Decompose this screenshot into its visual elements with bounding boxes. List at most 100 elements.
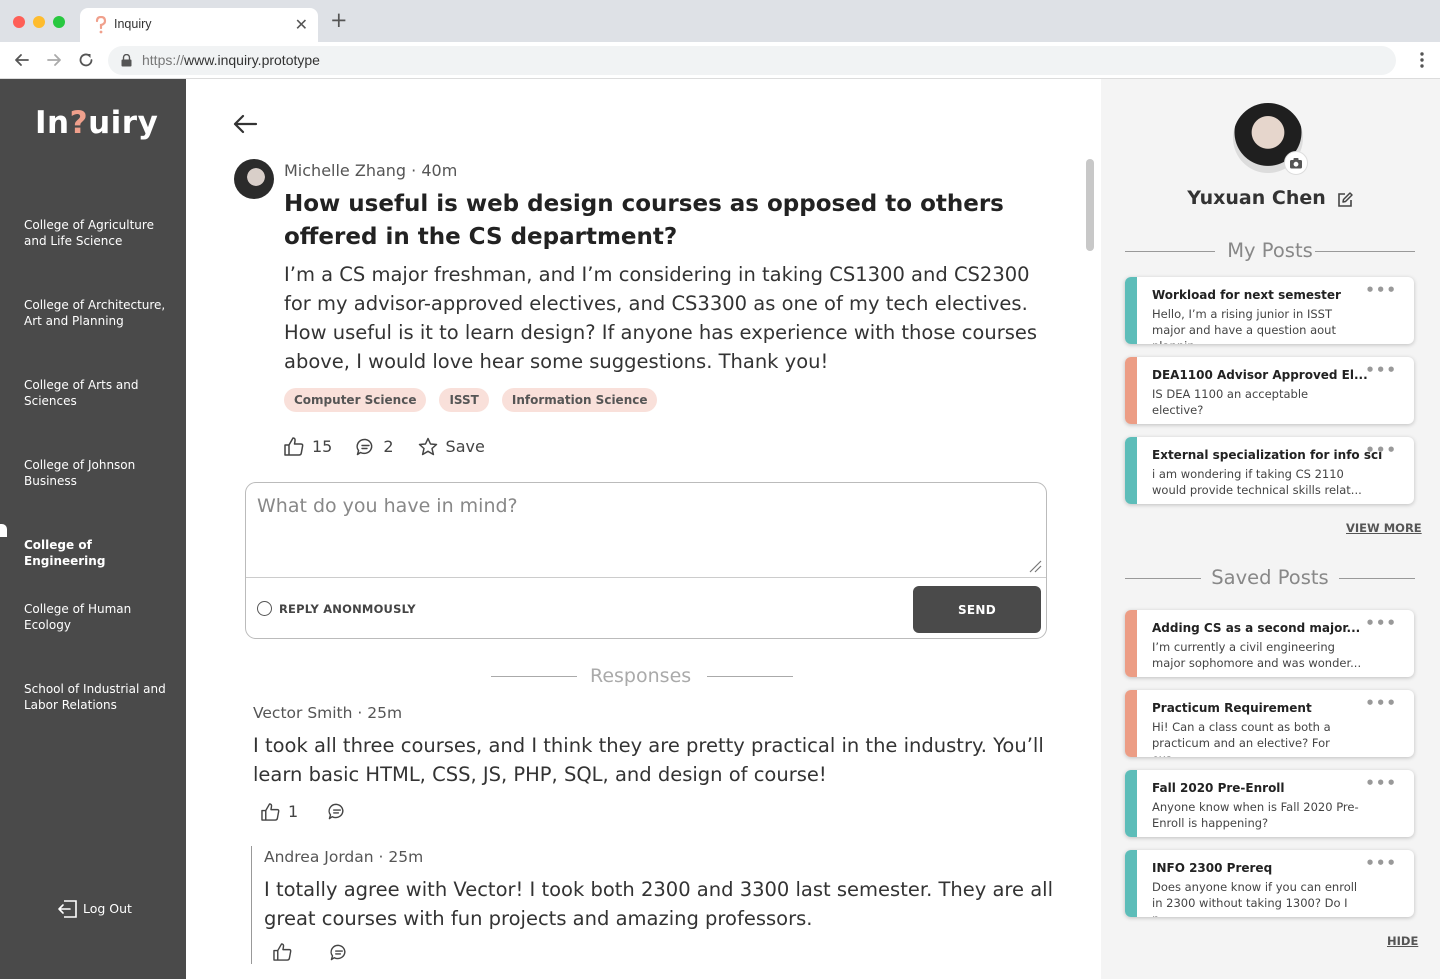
tab-close-icon[interactable]: ✕ [295, 15, 308, 34]
browser-menu-icon[interactable] [1420, 50, 1424, 70]
divider [707, 676, 793, 677]
saved-post-card[interactable]: INFO 2300 Prereq Does anyone know if you… [1125, 850, 1414, 917]
sidebar-item-label: College of Johnson Business [24, 458, 136, 488]
card-title: Fall 2020 Pre-Enroll [1152, 781, 1285, 795]
browser-tab[interactable]: Inquiry ✕ [80, 8, 318, 42]
card-excerpt: IS DEA 1100 an acceptable elective? [1152, 387, 1309, 417]
card-excerpt: I’m currently a civil engineering major … [1152, 640, 1362, 670]
sidebar-item-agriculture[interactable]: College of Agriculture and Life Science [0, 217, 186, 263]
post-body: I’m a CS major freshman, and I’m conside… [284, 263, 1038, 373]
reload-icon[interactable] [76, 50, 96, 70]
new-tab-button[interactable]: + [330, 10, 348, 31]
sidebar-item-label: College of Human Ecology [24, 602, 132, 632]
saved-post-card[interactable]: Practicum Requirement Hi! Can a class co… [1125, 690, 1414, 757]
tag-chip[interactable]: Computer Science [284, 388, 427, 412]
response-time: 25m [367, 704, 403, 722]
response-like-count: 1 [288, 802, 299, 821]
post-author[interactable]: Michelle Zhang [284, 161, 406, 180]
comment-icon [356, 438, 373, 455]
minimize-window-button[interactable] [33, 16, 45, 28]
sidebar-item-industrial-labor[interactable]: School of Industrial and Labor Relations [0, 681, 186, 727]
forward-nav-icon[interactable] [44, 50, 64, 70]
resize-grip-icon[interactable] [1028, 559, 1042, 573]
response-reply-button[interactable] [330, 944, 356, 961]
address-bar[interactable]: https://www.inquiry.prototype [108, 46, 1396, 75]
reply-input[interactable] [246, 483, 1046, 578]
comment-count: 2 [383, 437, 394, 456]
sidebar-item-label: College of Architecture, Art and Plannin… [24, 298, 166, 328]
more-options-icon[interactable]: ••• [1365, 614, 1397, 632]
response-body: I totally agree with Vector! I took both… [264, 878, 1053, 930]
response-author[interactable]: Vector Smith [253, 704, 352, 722]
post-author-meta: Michelle Zhang · 40m [284, 161, 458, 180]
card-excerpt: Hi! Can a class count as both a practicu… [1152, 720, 1331, 757]
response-like-button[interactable]: 1 [261, 802, 298, 821]
response-actions [273, 943, 386, 961]
my-post-card[interactable]: Workload for next semester Hello, I’m a … [1125, 277, 1414, 344]
saved-post-card[interactable]: Fall 2020 Pre-Enroll Anyone know when is… [1125, 770, 1414, 837]
inquiry-logo[interactable]: In?uiry [35, 105, 158, 141]
comment-icon [328, 803, 344, 820]
post-actions: 15 2 Save [284, 437, 509, 456]
save-button[interactable]: Save [418, 437, 485, 456]
saved-posts-heading: Saved Posts [1125, 566, 1415, 590]
response-author[interactable]: Andrea Jordan [264, 848, 374, 866]
card-excerpt: Anyone know when is Fall 2020 Pre-Enroll… [1152, 800, 1359, 830]
more-options-icon[interactable]: ••• [1365, 854, 1397, 872]
sidebar-item-arts-sciences[interactable]: College of Arts and Sciences [0, 377, 186, 423]
divider [1339, 578, 1415, 579]
response-time: 25m [388, 848, 424, 866]
reply-anonymously-toggle[interactable]: REPLY ANONMOUSLY [257, 601, 416, 616]
post-detail: Michelle Zhang · 40m How useful is web d… [186, 79, 1101, 979]
post-time: 40m [421, 161, 458, 180]
profile-panel: Yuxuan Chen My Posts Workload for next s… [1101, 79, 1440, 979]
like-button[interactable]: 15 [284, 437, 332, 456]
sidebar-item-engineering[interactable]: College of Engineering [0, 537, 186, 583]
more-options-icon[interactable]: ••• [1365, 774, 1397, 792]
edit-icon[interactable] [1336, 191, 1354, 209]
close-window-button[interactable] [13, 16, 25, 28]
maximize-window-button[interactable] [53, 16, 65, 28]
card-title: Adding CS as a second major... [1152, 621, 1361, 635]
sidebar-item-label: School of Industrial and Labor Relations [24, 682, 166, 712]
tag-chip[interactable]: ISST [439, 388, 489, 412]
card-title: DEA1100 Advisor Approved El... [1152, 368, 1368, 382]
my-post-card[interactable]: DEA1100 Advisor Approved El... IS DEA 11… [1125, 357, 1414, 424]
send-button[interactable]: SEND [913, 586, 1041, 633]
more-options-icon[interactable]: ••• [1365, 441, 1397, 459]
profile-name-row: Yuxuan Chen [1101, 187, 1440, 209]
author-avatar[interactable] [234, 159, 274, 199]
more-options-icon[interactable]: ••• [1365, 281, 1397, 299]
sidebar-item-label: College of Arts and Sciences [24, 378, 139, 408]
thumbs-up-icon [273, 943, 292, 961]
sidebar: In?uiry College of Agriculture and Life … [0, 79, 186, 979]
card-title: External specialization for info sci [1152, 448, 1382, 462]
sidebar-item-johnson-business[interactable]: College of Johnson Business [0, 457, 186, 503]
logout-label: Log Out [83, 901, 132, 916]
back-arrow-icon[interactable] [232, 113, 258, 135]
my-post-card[interactable]: External specialization for info sci i a… [1125, 437, 1414, 504]
post-tags: Computer Science ISST Information Scienc… [284, 388, 658, 412]
like-count: 15 [312, 437, 333, 456]
comment-button[interactable]: 2 [356, 437, 394, 456]
question-favicon-icon [95, 16, 107, 34]
tag-chip[interactable]: Information Science [501, 388, 658, 412]
hide-link[interactable]: HIDE [1387, 934, 1418, 948]
response-reply-button[interactable] [328, 803, 354, 820]
star-icon [418, 437, 437, 456]
card-accent [1125, 277, 1137, 344]
view-more-link[interactable]: VIEW MORE [1346, 521, 1422, 535]
more-options-icon[interactable]: ••• [1365, 694, 1397, 712]
sidebar-item-human-ecology[interactable]: College of Human Ecology [0, 601, 186, 647]
camera-icon[interactable] [1284, 151, 1308, 175]
sidebar-item-architecture[interactable]: College of Architecture, Art and Plannin… [0, 297, 186, 343]
back-nav-icon[interactable] [12, 50, 32, 70]
more-options-icon[interactable]: ••• [1365, 361, 1397, 379]
thumbs-up-icon [284, 437, 304, 456]
anonymous-radio[interactable] [257, 601, 272, 616]
response-like-button[interactable] [273, 943, 300, 961]
scrollbar[interactable] [1086, 159, 1094, 251]
responses-title: Responses [590, 665, 692, 687]
card-accent [1125, 770, 1137, 837]
saved-post-card[interactable]: Adding CS as a second major... I’m curre… [1125, 610, 1414, 677]
